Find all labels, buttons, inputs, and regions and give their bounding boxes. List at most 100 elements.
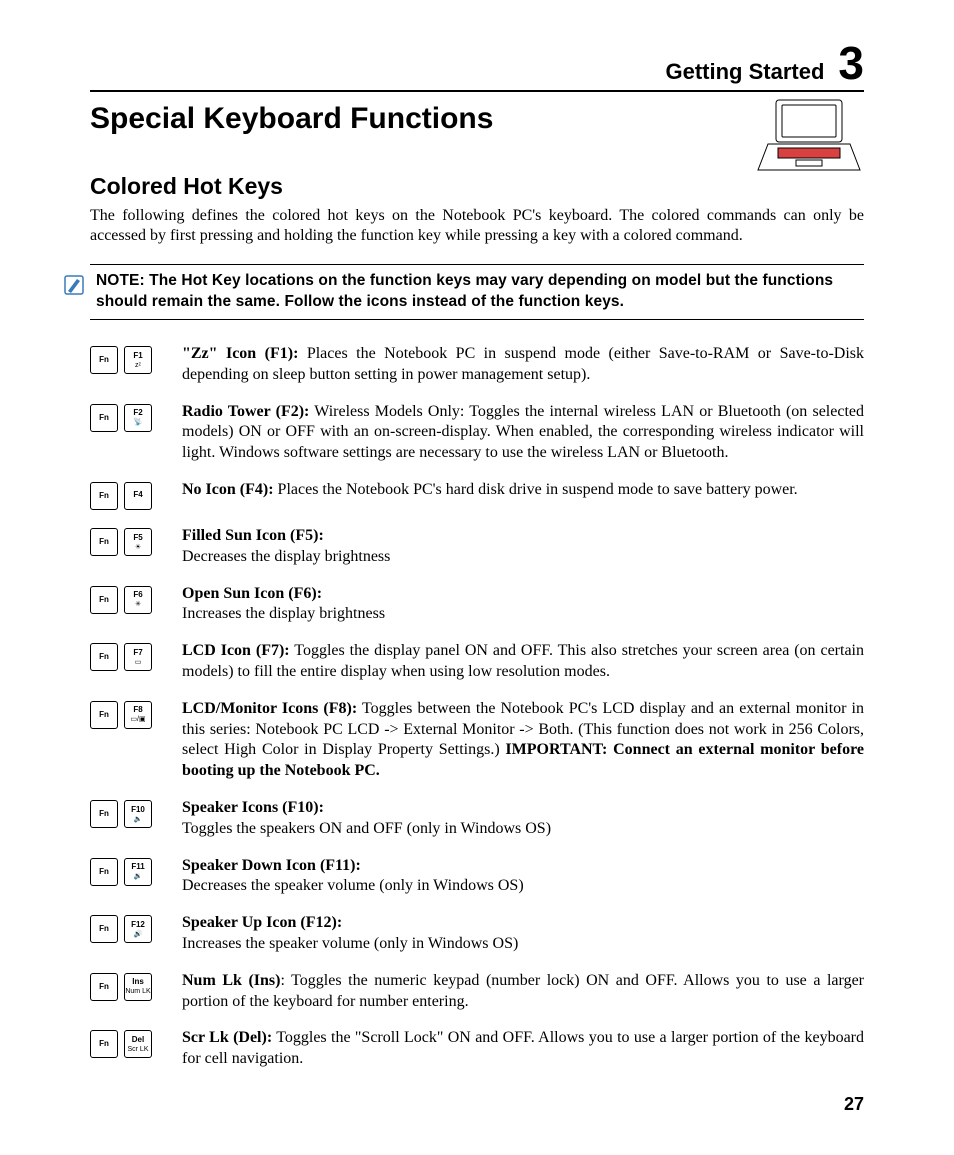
section-title: Getting Started bbox=[666, 58, 825, 86]
hotkey-keys: Fn Del Scr LK bbox=[90, 1028, 164, 1058]
hotkey-row: Fn F10 🔈 Speaker Icons (F10): Toggles the s… bbox=[90, 798, 864, 840]
hotkey-keys: FnF1zᶻ bbox=[90, 344, 164, 374]
hotkey-row: Fn F11 🔉 Speaker Down Icon (F11): Decreases… bbox=[90, 856, 864, 898]
hotkey-keys: Fn F10 🔈 bbox=[90, 798, 164, 828]
hotkey-row: FnF1zᶻ "Zz" Icon (F1): Places the Noteboo… bbox=[90, 344, 864, 386]
keycap-glyph-icon: zᶻ bbox=[135, 362, 141, 369]
page-number: 27 bbox=[844, 1093, 864, 1116]
keycap-label: Fn bbox=[99, 596, 109, 604]
hotkey-description: Speaker Icons (F10): Toggles the speaker… bbox=[182, 798, 864, 840]
keycap-label: F12 bbox=[131, 921, 145, 929]
hotkey-row: Fn F4 No Icon (F4): Places the Notebook PC… bbox=[90, 480, 864, 510]
hotkey-title: LCD/Monitor Icons (F8): bbox=[182, 700, 357, 717]
fn-keycap: Fn bbox=[90, 973, 118, 1001]
hotkey-body: Increases the speaker volume (only in Wi… bbox=[182, 935, 518, 952]
hotkey-row: FnF8▭/▣LCD/Monitor Icons (F8): Toggles b… bbox=[90, 699, 864, 782]
hotkey-keys: Fn InsNum LK bbox=[90, 971, 164, 1001]
keycap-label: F11 bbox=[131, 863, 144, 871]
hotkey-description: "Zz" Icon (F1): Places the Notebook PC i… bbox=[182, 344, 864, 386]
keycap-glyph-icon: Scr LK bbox=[127, 1046, 148, 1053]
keycap-label: Fn bbox=[99, 983, 109, 991]
hotkey-title: Num Lk (Ins) bbox=[182, 972, 280, 989]
note-callout: NOTE: The Hot Key locations on the funct… bbox=[90, 264, 864, 320]
hotkey-title: Filled Sun Icon (F5): bbox=[182, 527, 324, 544]
fkey-keycap: F1zᶻ bbox=[124, 346, 152, 374]
hotkey-list: FnF1zᶻ"Zz" Icon (F1): Places the Noteboo… bbox=[90, 344, 864, 1070]
keycap-label: Fn bbox=[99, 492, 109, 500]
keycap-label: F8 bbox=[133, 706, 142, 714]
fn-keycap: Fn bbox=[90, 586, 118, 614]
fkey-keycap: F2📡 bbox=[124, 404, 152, 432]
fn-keycap: Fn bbox=[90, 701, 118, 729]
hotkey-title: "Zz" Icon (F1): bbox=[182, 345, 298, 362]
hotkey-row: Fn F7▭ LCD Icon (F7): Toggles the display … bbox=[90, 641, 864, 683]
hotkey-keys: Fn F7▭ bbox=[90, 641, 164, 671]
hotkey-body: Increases the display brightness bbox=[182, 605, 385, 622]
keycap-glyph-icon: 🔈 bbox=[134, 816, 143, 823]
fn-keycap: Fn bbox=[90, 643, 118, 671]
keycap-label: Fn bbox=[99, 810, 109, 818]
fn-keycap: Fn bbox=[90, 528, 118, 556]
hotkey-body: Decreases the speaker volume (only in Wi… bbox=[182, 877, 524, 894]
keycap-glyph-icon: 🔊 bbox=[134, 931, 143, 938]
hotkey-keys: Fn F6 ✳ bbox=[90, 584, 164, 614]
fkey-keycap: F5☀ bbox=[124, 528, 152, 556]
keycap-label: F4 bbox=[133, 491, 142, 499]
keycap-glyph-icon: ✳ bbox=[135, 601, 141, 608]
keycap-glyph-icon: ▭/▣ bbox=[130, 716, 145, 723]
keycap-label: F6 bbox=[133, 591, 142, 599]
manual-page: Getting Started 3 Special Keyboard Funct… bbox=[0, 0, 954, 1155]
fn-keycap: Fn bbox=[90, 1030, 118, 1058]
hotkey-row: FnF2📡 Radio Tower (F2): Wireless Models O… bbox=[90, 402, 864, 464]
hotkey-row: FnF12🔊Speaker Up Icon (F12): Increases t… bbox=[90, 913, 864, 955]
keycap-label: F10 bbox=[131, 806, 145, 814]
keycap-label: Fn bbox=[99, 538, 109, 546]
hotkey-body: Places the Notebook PC's hard disk drive… bbox=[274, 481, 798, 498]
fkey-keycap: F12 🔊 bbox=[124, 915, 152, 943]
hotkey-body: Toggles the "Scroll Lock" ON and OFF. Al… bbox=[182, 1029, 864, 1067]
subsection-title: Colored Hot Keys bbox=[90, 172, 864, 201]
hotkey-body: Decreases the display brightness bbox=[182, 548, 390, 565]
hotkey-keys: FnF2📡 bbox=[90, 402, 164, 432]
hotkey-body: : Toggles the numeric keypad (number loc… bbox=[182, 972, 864, 1010]
keycap-label: Fn bbox=[99, 711, 109, 719]
keycap-label: Fn bbox=[99, 1040, 109, 1048]
note-text: NOTE: The Hot Key locations on the funct… bbox=[96, 271, 864, 313]
hotkey-keys: FnF12🔊 bbox=[90, 913, 164, 943]
fkey-keycap: F10 🔈 bbox=[124, 800, 152, 828]
fkey-keycap: F7▭ bbox=[124, 643, 152, 671]
keycap-glyph-icon: Num LK bbox=[125, 988, 150, 995]
fkey-keycap: F11 🔉 bbox=[124, 858, 152, 886]
note-icon bbox=[62, 273, 86, 303]
hotkey-description: Speaker Up Icon (F12): Increases the spe… bbox=[182, 913, 864, 955]
hotkey-title: Open Sun Icon (F6): bbox=[182, 585, 322, 602]
hotkey-title: No Icon (F4): bbox=[182, 481, 274, 498]
hotkey-row: FnDelScr LKScr Lk (Del): Toggles the "Sc… bbox=[90, 1028, 864, 1070]
hotkey-description: No Icon (F4): Places the Notebook PC's h… bbox=[182, 480, 864, 501]
chapter-number: 3 bbox=[838, 40, 864, 86]
keycap-glyph-icon: 📡 bbox=[134, 419, 143, 426]
hotkey-row: Fn F5☀ Filled Sun Icon (F5): Decreases the… bbox=[90, 526, 864, 568]
hotkey-keys: Fn F11 🔉 bbox=[90, 856, 164, 886]
keycap-label: Del bbox=[132, 1036, 144, 1044]
fkey-keycap: F6 ✳ bbox=[124, 586, 152, 614]
hotkey-description: LCD Icon (F7): Toggles the display panel… bbox=[182, 641, 864, 683]
fkey-keycap: InsNum LK bbox=[124, 973, 152, 1001]
fkey-keycap: F4 bbox=[124, 482, 152, 510]
laptop-icon bbox=[754, 96, 864, 182]
keycap-glyph-icon: 🔉 bbox=[134, 873, 143, 880]
fn-keycap: Fn bbox=[90, 800, 118, 828]
page-title: Special Keyboard Functions bbox=[90, 100, 864, 138]
hotkey-title: LCD Icon (F7): bbox=[182, 642, 290, 659]
fn-keycap: Fn bbox=[90, 404, 118, 432]
keycap-label: Fn bbox=[99, 653, 109, 661]
keycap-label: Fn bbox=[99, 868, 109, 876]
fn-keycap: Fn bbox=[90, 346, 118, 374]
fn-keycap: Fn bbox=[90, 858, 118, 886]
hotkey-title: Speaker Icons (F10): bbox=[182, 799, 324, 816]
fkey-keycap: Del Scr LK bbox=[124, 1030, 152, 1058]
keycap-label: F5 bbox=[133, 534, 142, 542]
hotkey-description: Speaker Down Icon (F11): Decreases the s… bbox=[182, 856, 864, 898]
keycap-label: F7 bbox=[133, 649, 142, 657]
hotkey-description: Radio Tower (F2): Wireless Models Only: … bbox=[182, 402, 864, 464]
